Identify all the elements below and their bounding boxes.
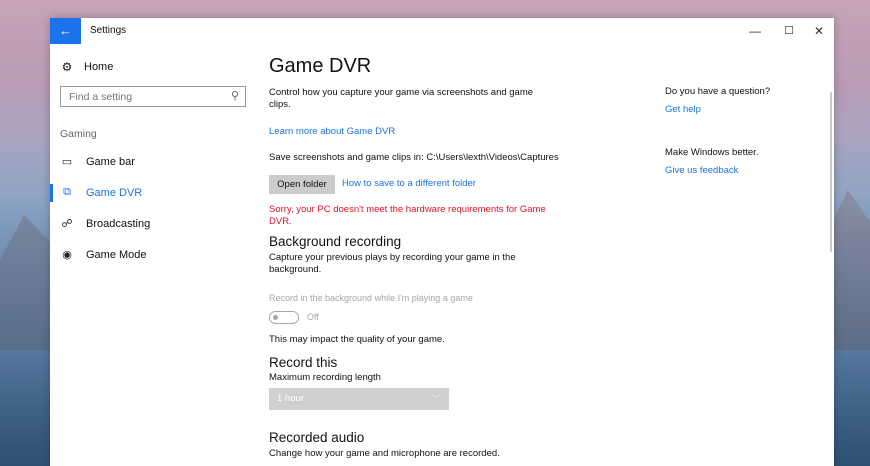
save-path-text: Save screenshots and game clips in: C:\U… (269, 152, 559, 163)
max-length-label: Maximum recording length (269, 372, 381, 383)
hardware-error-text: Sorry, your PC doesn't meet the hardware… (269, 204, 546, 227)
scrollbar[interactable] (830, 92, 832, 252)
sidebar-item-label: Game Mode (86, 248, 147, 261)
search-input[interactable] (61, 87, 229, 107)
sidebar-item-label: Game DVR (86, 186, 143, 199)
maximize-button[interactable]: ☐ (772, 18, 806, 44)
broadcasting-icon: ☍ (61, 218, 73, 230)
recorded-audio-description: Change how your game and microphone are … (269, 448, 500, 459)
get-help-link[interactable]: Get help (665, 104, 701, 115)
sidebar-item-label: Game bar (86, 155, 135, 168)
question-text: Do you have a question? (665, 86, 771, 97)
back-button[interactable]: ← (50, 18, 81, 44)
minimize-button[interactable]: — (738, 18, 772, 44)
close-button[interactable]: ✕ (802, 18, 836, 44)
background-recording-heading: Background recording (269, 234, 402, 249)
sidebar-item-game-mode[interactable]: ◉ Game Mode (60, 248, 147, 262)
search-box: ⚲ (60, 86, 246, 107)
background-recording-toggle[interactable] (269, 311, 299, 324)
save-location-link[interactable]: How to save to a different folder (342, 178, 476, 189)
feedback-link[interactable]: Give us feedback (665, 165, 738, 176)
sidebar-item-label: Broadcasting (86, 217, 151, 230)
back-arrow-icon: ← (59, 23, 72, 38)
game-bar-icon: ▭ (61, 156, 73, 168)
title-bar: ← Settings — ☐ ✕ (50, 18, 834, 44)
sidebar-home-label: Home (84, 61, 114, 73)
max-length-dropdown[interactable]: 1 hour ﹀ (269, 388, 449, 410)
search-icon[interactable]: ⚲ (231, 89, 239, 102)
recorded-audio-heading: Recorded audio (269, 430, 365, 445)
learn-more-link[interactable]: Learn more about Game DVR (269, 126, 395, 137)
game-dvr-icon: ⧉ (63, 186, 71, 198)
toggle-state-label: Off (307, 312, 319, 322)
chevron-down-icon: ﹀ (431, 394, 441, 404)
sidebar-item-broadcasting[interactable]: ☍ Broadcasting (60, 217, 151, 231)
toggle-knob (273, 314, 278, 320)
make-windows-better-text: Make Windows better. (665, 147, 759, 158)
record-this-heading: Record this (269, 355, 338, 370)
sidebar-item-game-bar[interactable]: ▭ Game bar (60, 155, 135, 169)
page-title: Game DVR (269, 55, 372, 77)
background-recording-description: Capture your previous plays by recording… (269, 252, 516, 275)
settings-window: ← Settings — ☐ ✕ ⚙ Home ⚲ Gaming ▭ Game … (50, 18, 834, 466)
intro-text: Control how you capture your game via sc… (269, 87, 534, 110)
max-length-value: 1 hour (277, 393, 304, 404)
sidebar-item-game-dvr[interactable]: ⧉ Game DVR (60, 186, 142, 199)
game-mode-icon: ◉ (62, 249, 72, 261)
background-toggle-caption: Record in the background while I'm playi… (269, 293, 473, 303)
active-indicator (50, 184, 53, 202)
sidebar-section-label: Gaming (60, 128, 97, 140)
sidebar-home[interactable]: ⚙ Home (60, 60, 114, 74)
window-title: Settings (90, 25, 127, 36)
open-folder-button[interactable]: Open folder (269, 175, 335, 194)
impact-note: This may impact the quality of your game… (269, 334, 445, 345)
home-gear-icon: ⚙ (61, 60, 73, 74)
